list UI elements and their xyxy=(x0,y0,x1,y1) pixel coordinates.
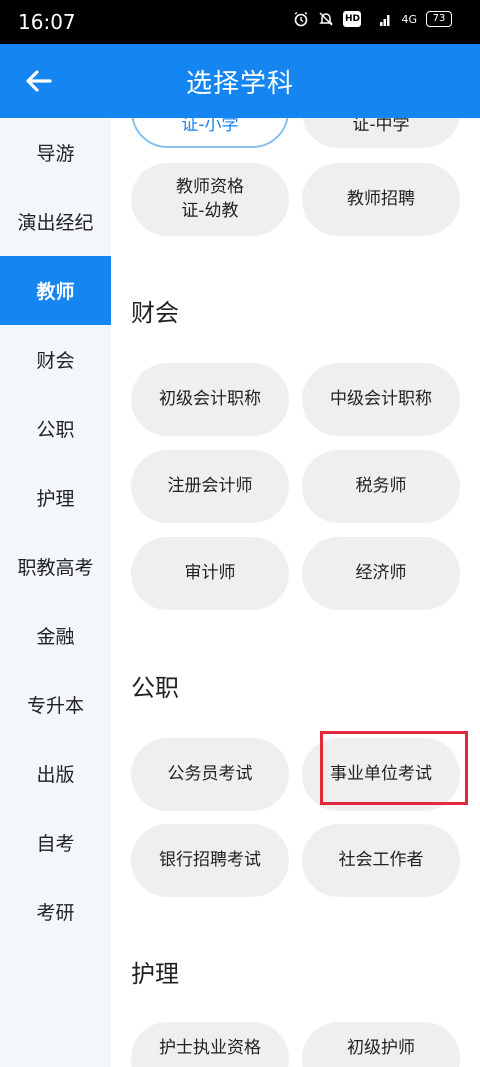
chip-label: 税务师 xyxy=(355,475,407,496)
chip-label: 初级会计职称 xyxy=(159,388,261,409)
chip-junior-nurse[interactable]: 初级护师 xyxy=(302,1022,460,1067)
section-title-nursing: 护理 xyxy=(131,960,179,988)
chip-cpa[interactable]: 注册会计师 xyxy=(131,450,289,523)
status-bar: 16:07 HD 4G 73 xyxy=(0,0,480,44)
highlight-annotation xyxy=(320,731,468,805)
chip-primary-school-cert[interactable]: 证-小学 xyxy=(131,118,289,148)
section-title-public-service: 公职 xyxy=(131,674,179,702)
chip-label: 中级会计职称 xyxy=(330,388,432,409)
chip-middle-school-cert[interactable]: 证-中学 xyxy=(302,118,460,148)
chip-junior-accountant[interactable]: 初级会计职称 xyxy=(131,363,289,436)
chip-label: 公务员考试 xyxy=(167,763,253,784)
sidebar-item-teacher[interactable]: 教师 xyxy=(0,256,111,325)
sidebar-item-self-study[interactable]: 自考 xyxy=(0,808,111,877)
sidebar-item-vocational-exam[interactable]: 职教高考 xyxy=(0,532,111,601)
chip-nurse-license[interactable]: 护士执业资格 xyxy=(131,1022,289,1067)
chip-label: 教师招聘 xyxy=(347,188,415,209)
sidebar-item-upgrade-degree[interactable]: 专升本 xyxy=(0,670,111,739)
sidebar-item-nursing[interactable]: 护理 xyxy=(0,463,111,532)
chip-label: 初级护师 xyxy=(347,1037,415,1058)
status-time: 16:07 xyxy=(18,10,76,34)
chip-kindergarten-cert[interactable]: 教师资格 证-幼教 xyxy=(131,163,289,236)
chip-label: 银行招聘考试 xyxy=(159,849,261,870)
sidebar-item-accounting[interactable]: 财会 xyxy=(0,325,111,394)
chip-label: 证-小学 xyxy=(181,118,239,135)
alarm-icon xyxy=(295,11,308,27)
category-sidebar: 导游 演出经纪 教师 财会 公职 护理 职教高考 金融 专升本 出版 自考 考研 xyxy=(0,118,111,1067)
sidebar-item-tour-guide[interactable]: 导游 xyxy=(0,118,111,187)
status-icons: HD 4G 73 xyxy=(293,11,452,27)
chip-label: 证-中学 xyxy=(352,118,410,135)
chip-auditor[interactable]: 审计师 xyxy=(131,537,289,610)
app-header: 选择学科 xyxy=(0,44,480,118)
signal-icon xyxy=(380,15,390,26)
chip-bank-recruitment-exam[interactable]: 银行招聘考试 xyxy=(131,824,289,897)
chip-label: 护士执业资格 xyxy=(159,1037,261,1058)
sidebar-item-postgraduate[interactable]: 考研 xyxy=(0,877,111,946)
sidebar-item-public-service[interactable]: 公职 xyxy=(0,394,111,463)
chip-civil-servant-exam[interactable]: 公务员考试 xyxy=(131,738,289,811)
chip-label: 社会工作者 xyxy=(338,849,424,870)
chip-label-line1: 教师资格 xyxy=(176,176,244,197)
section-title-accounting: 财会 xyxy=(131,299,179,327)
mute-bell-icon xyxy=(319,12,334,26)
chip-tax-advisor[interactable]: 税务师 xyxy=(302,450,460,523)
chip-economist[interactable]: 经济师 xyxy=(302,537,460,610)
sidebar-item-publishing[interactable]: 出版 xyxy=(0,739,111,808)
sidebar-item-finance[interactable]: 金融 xyxy=(0,601,111,670)
chip-teacher-recruitment[interactable]: 教师招聘 xyxy=(302,163,460,236)
chip-label: 注册会计师 xyxy=(167,475,253,496)
page-title: 选择学科 xyxy=(185,69,294,99)
battery-level: 73 xyxy=(432,13,446,24)
chip-label-line2: 证-幼教 xyxy=(181,200,239,221)
battery-icon: 73 xyxy=(426,11,452,27)
chip-social-worker[interactable]: 社会工作者 xyxy=(302,824,460,897)
sidebar-item-performance-agent[interactable]: 演出经纪 xyxy=(0,187,111,256)
network-type: 4G xyxy=(401,12,417,26)
chip-intermediate-accountant[interactable]: 中级会计职称 xyxy=(302,363,460,436)
subject-list: 证-小学 证-中学 教师资格 证-幼教 教师招聘 财会 初级会计职称 中级会计职… xyxy=(111,118,480,1067)
hd-icon: HD xyxy=(343,11,362,27)
chip-label: 经济师 xyxy=(355,562,407,583)
chip-label: 审计师 xyxy=(184,562,236,583)
